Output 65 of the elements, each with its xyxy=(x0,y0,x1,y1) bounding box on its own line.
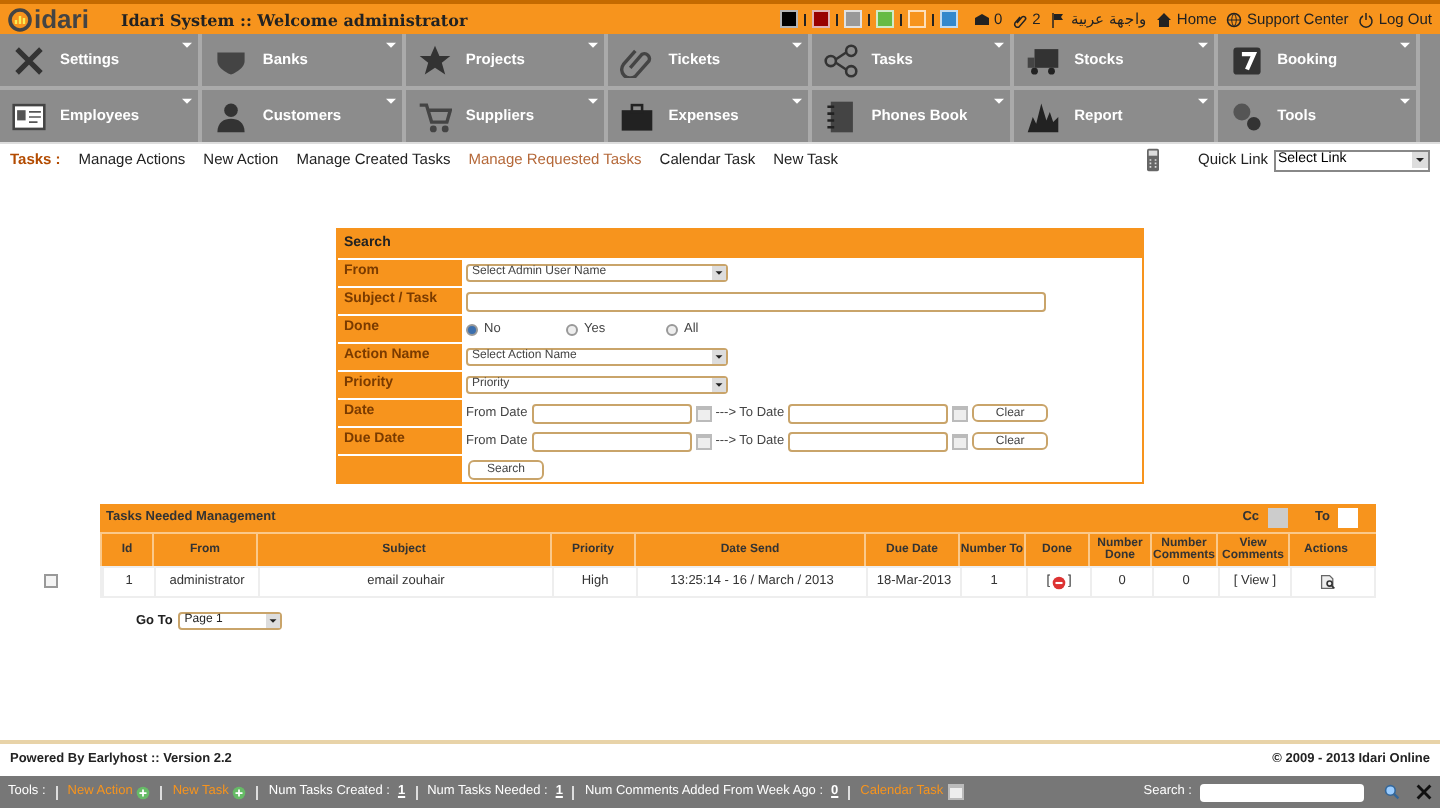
logo: idari xyxy=(8,6,89,32)
date-field[interactable] xyxy=(788,403,949,423)
caret-icon xyxy=(1197,42,1208,50)
calendar-icon xyxy=(1229,43,1264,77)
add-icon xyxy=(136,785,151,799)
caret-icon xyxy=(385,42,396,50)
truck-icon xyxy=(1026,43,1061,77)
date-field[interactable] xyxy=(531,431,692,451)
date-field[interactable] xyxy=(788,431,949,451)
calendar-icon[interactable] xyxy=(947,784,964,800)
caret-icon xyxy=(1197,98,1208,106)
paperclip-icon xyxy=(1012,11,1029,27)
caret-icon xyxy=(266,614,281,629)
caret-icon xyxy=(712,378,726,392)
caret-icon xyxy=(791,42,802,50)
document-search-icon[interactable] xyxy=(1320,574,1336,590)
caret-icon xyxy=(1400,98,1410,106)
search-icon[interactable] xyxy=(1384,784,1400,800)
home-icon xyxy=(1156,11,1173,27)
tools-icon xyxy=(12,43,46,77)
theme-swatch[interactable] xyxy=(907,10,926,28)
caret-icon xyxy=(1400,42,1410,50)
mountain-chart-icon xyxy=(1026,99,1061,133)
id-card-icon xyxy=(12,99,46,133)
star-icon xyxy=(417,43,452,77)
globe-icon xyxy=(1226,11,1243,27)
cart-icon xyxy=(417,99,452,133)
flag-icon xyxy=(1050,11,1067,27)
caret-icon xyxy=(385,98,396,106)
radio-button[interactable] xyxy=(466,323,478,335)
theme-swatch[interactable] xyxy=(939,10,958,28)
caret-icon xyxy=(712,350,726,364)
logo-ring-icon xyxy=(8,7,32,31)
theme-swatch[interactable] xyxy=(875,10,894,28)
caret-icon xyxy=(588,98,599,106)
radio-button[interactable] xyxy=(566,323,578,335)
theme-swatch[interactable] xyxy=(843,10,862,28)
stop-icon[interactable] xyxy=(1052,575,1066,589)
share-icon xyxy=(823,43,858,77)
input-field[interactable] xyxy=(466,291,1046,311)
caret-icon xyxy=(994,98,1005,106)
briefcase-icon xyxy=(620,99,655,133)
add-icon xyxy=(232,785,247,799)
caret-icon xyxy=(182,42,193,50)
date-field[interactable] xyxy=(531,403,692,423)
theme-swatch[interactable] xyxy=(779,10,798,28)
search-field[interactable] xyxy=(1200,783,1364,801)
caret-icon xyxy=(791,98,802,106)
radio-button[interactable] xyxy=(666,323,678,335)
notebook-icon xyxy=(823,99,858,133)
checkbox[interactable] xyxy=(43,573,57,587)
caret-icon xyxy=(1412,152,1428,168)
gears-icon xyxy=(1229,99,1264,133)
theme-swatch[interactable] xyxy=(811,10,830,28)
power-icon xyxy=(1358,11,1375,27)
window-title: Idari System :: Welcome administrator xyxy=(120,7,468,31)
legend-swatch xyxy=(1338,508,1358,528)
caret-icon xyxy=(994,42,1005,50)
legend-swatch xyxy=(1267,508,1288,528)
caret-icon xyxy=(182,98,193,106)
close-icon[interactable] xyxy=(1416,784,1432,800)
person-icon xyxy=(214,99,249,133)
caret-icon xyxy=(712,266,726,280)
mail-icon xyxy=(973,11,990,27)
caret-icon xyxy=(588,42,599,50)
